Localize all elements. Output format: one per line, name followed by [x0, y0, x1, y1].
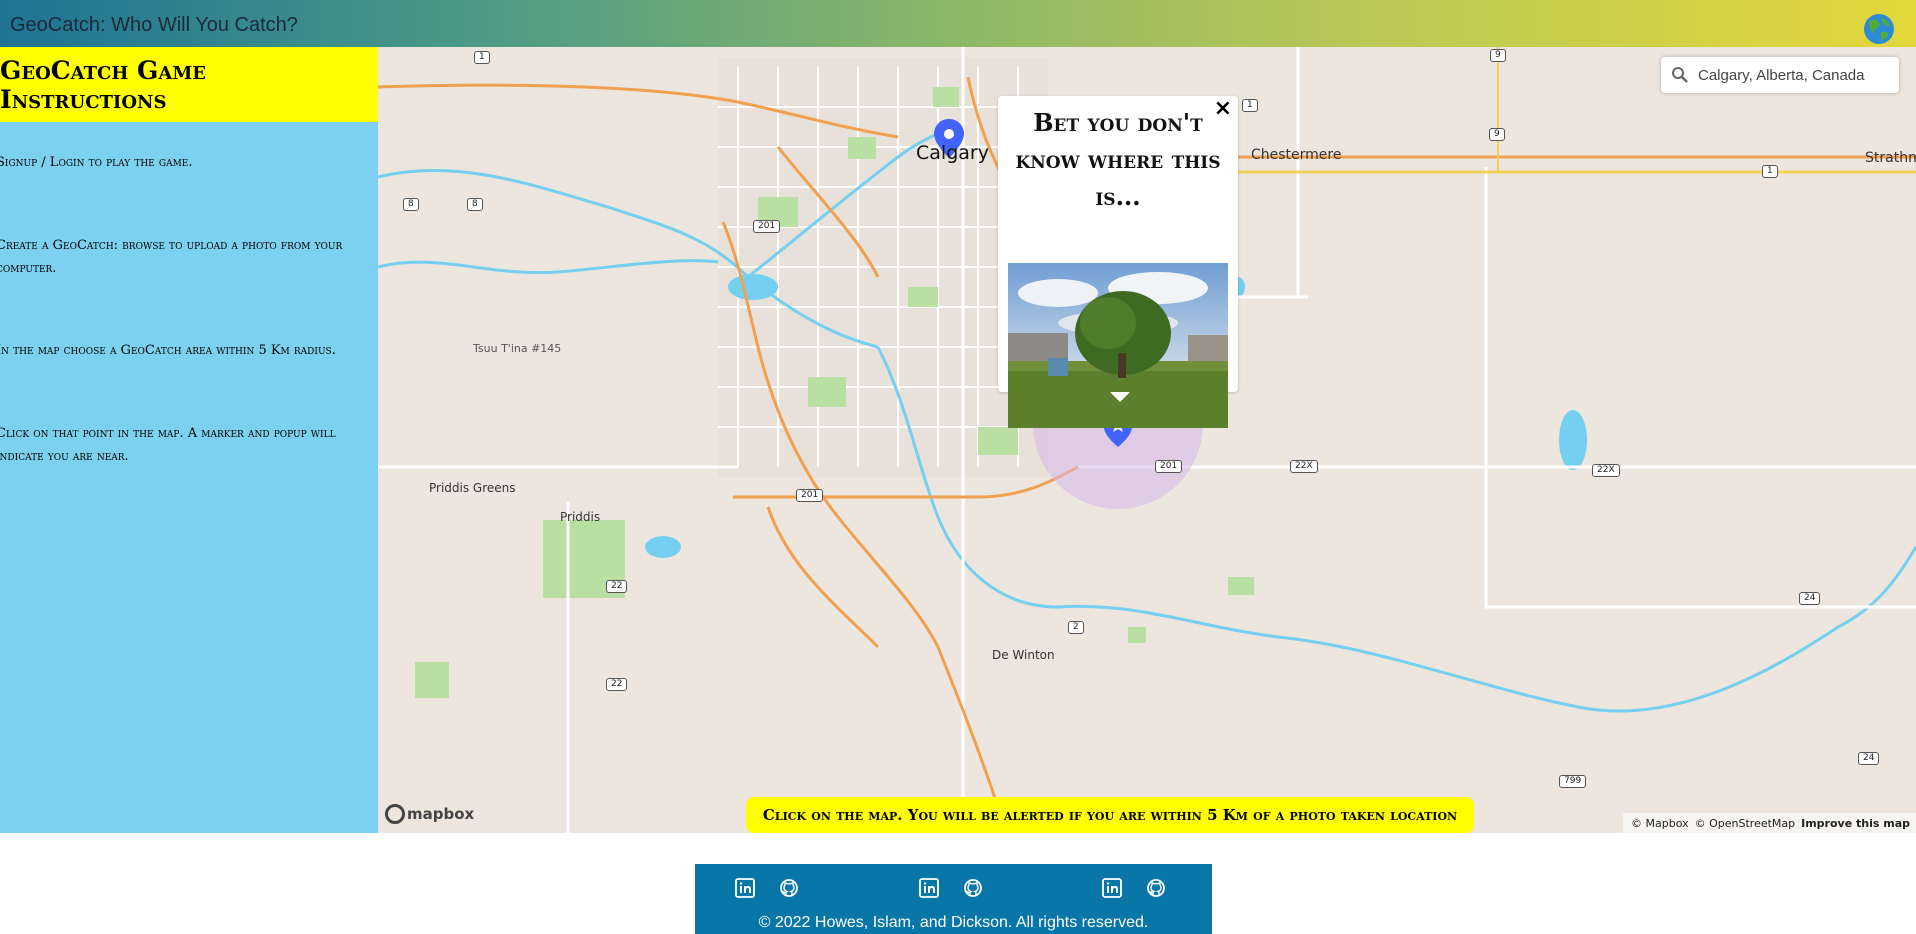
instructions-heading: GeoCatch Game Instructions	[0, 47, 378, 122]
map-attribution: © Mapbox © OpenStreetMap Improve this ma…	[1623, 813, 1916, 833]
instruction-item: In the map choose a GeoCatch area within…	[0, 343, 336, 358]
highway-shield: 9	[1490, 49, 1506, 62]
catch-photo	[1008, 263, 1228, 428]
highway-shield: 201	[796, 489, 824, 502]
mapbox-logo-icon	[385, 804, 405, 824]
footer-copyright: © 2022 Howes, Islam, and Dickson. All ri…	[758, 914, 1149, 931]
proximity-alert-banner: Click on the map. You will be alerted if…	[746, 797, 1474, 833]
place-label-calgary: Calgary	[916, 142, 989, 164]
highway-shield: 9	[1489, 128, 1505, 141]
highway-shield: 22X	[1290, 460, 1318, 473]
highway-shield: 8	[403, 198, 419, 211]
improve-map-link[interactable]: Improve this map	[1801, 817, 1910, 830]
linkedin-icon[interactable]	[1102, 878, 1122, 898]
mapbox-logo[interactable]: mapbox	[385, 804, 474, 824]
search-icon	[1672, 67, 1688, 83]
github-icon[interactable]	[963, 878, 983, 898]
linkedin-icon[interactable]	[919, 878, 939, 898]
app-header: GeoCatch: Who Will You Catch?	[0, 0, 1916, 47]
popup-tip	[1110, 392, 1130, 402]
place-label-tsuu-tina: Tsuu T'ina #145	[473, 342, 562, 355]
github-icon[interactable]	[1146, 878, 1166, 898]
highway-shield: 24	[1858, 752, 1880, 765]
page-footer: © 2022 Howes, Islam, and Dickson. All ri…	[695, 864, 1212, 934]
attribution-osm-link[interactable]: © OpenStreetMap	[1695, 817, 1796, 830]
globe-icon[interactable]	[1862, 12, 1896, 46]
instructions-sidebar: GeoCatch Game Instructions Signup / Logi…	[0, 47, 378, 833]
highway-shield: 201	[753, 220, 781, 233]
place-label-strathmore: Strathm	[1865, 150, 1916, 166]
highway-shield: 22	[606, 580, 628, 593]
geocoder-search[interactable]	[1661, 57, 1899, 93]
instruction-item: Click on that point in the map. A marker…	[0, 426, 336, 464]
app-title: GeoCatch: Who Will You Catch?	[10, 14, 298, 36]
place-label-priddis-greens: Priddis Greens	[429, 481, 516, 495]
highway-shield: 799	[1559, 775, 1587, 788]
instruction-item: Signup / Login to play the game.	[0, 155, 193, 170]
highway-shield: 22	[606, 678, 628, 691]
place-label-de-winton: De Winton	[992, 648, 1055, 662]
photo-popup: × Bet you don't know where this is...	[998, 96, 1238, 428]
attribution-mapbox-link[interactable]: © Mapbox	[1631, 817, 1689, 830]
map-canvas[interactable]: Calgary Chestermere Strathm Tsuu T'ina #…	[378, 47, 1916, 833]
highway-shield: 8	[467, 198, 483, 211]
footer-social-links	[695, 878, 1212, 900]
github-icon[interactable]	[779, 878, 799, 898]
place-label-priddis: Priddis	[560, 510, 601, 524]
place-label-chestermere: Chestermere	[1251, 147, 1342, 163]
instruction-item: Create a GeoCatch: browse to upload a ph…	[0, 238, 343, 276]
highway-shield: 2	[1068, 621, 1084, 634]
highway-shield: 1	[1762, 165, 1778, 178]
highway-shield: 22X	[1592, 464, 1620, 477]
linkedin-icon[interactable]	[735, 878, 755, 898]
highway-shield: 201	[1155, 460, 1183, 473]
highway-shield: 24	[1799, 592, 1821, 605]
mapbox-logo-text: mapbox	[407, 805, 475, 823]
highway-shield: 1	[1242, 99, 1258, 112]
highway-shield: 1	[474, 51, 490, 64]
popup-title: Bet you don't know where this is...	[1015, 108, 1221, 211]
search-input[interactable]	[1698, 66, 1888, 84]
